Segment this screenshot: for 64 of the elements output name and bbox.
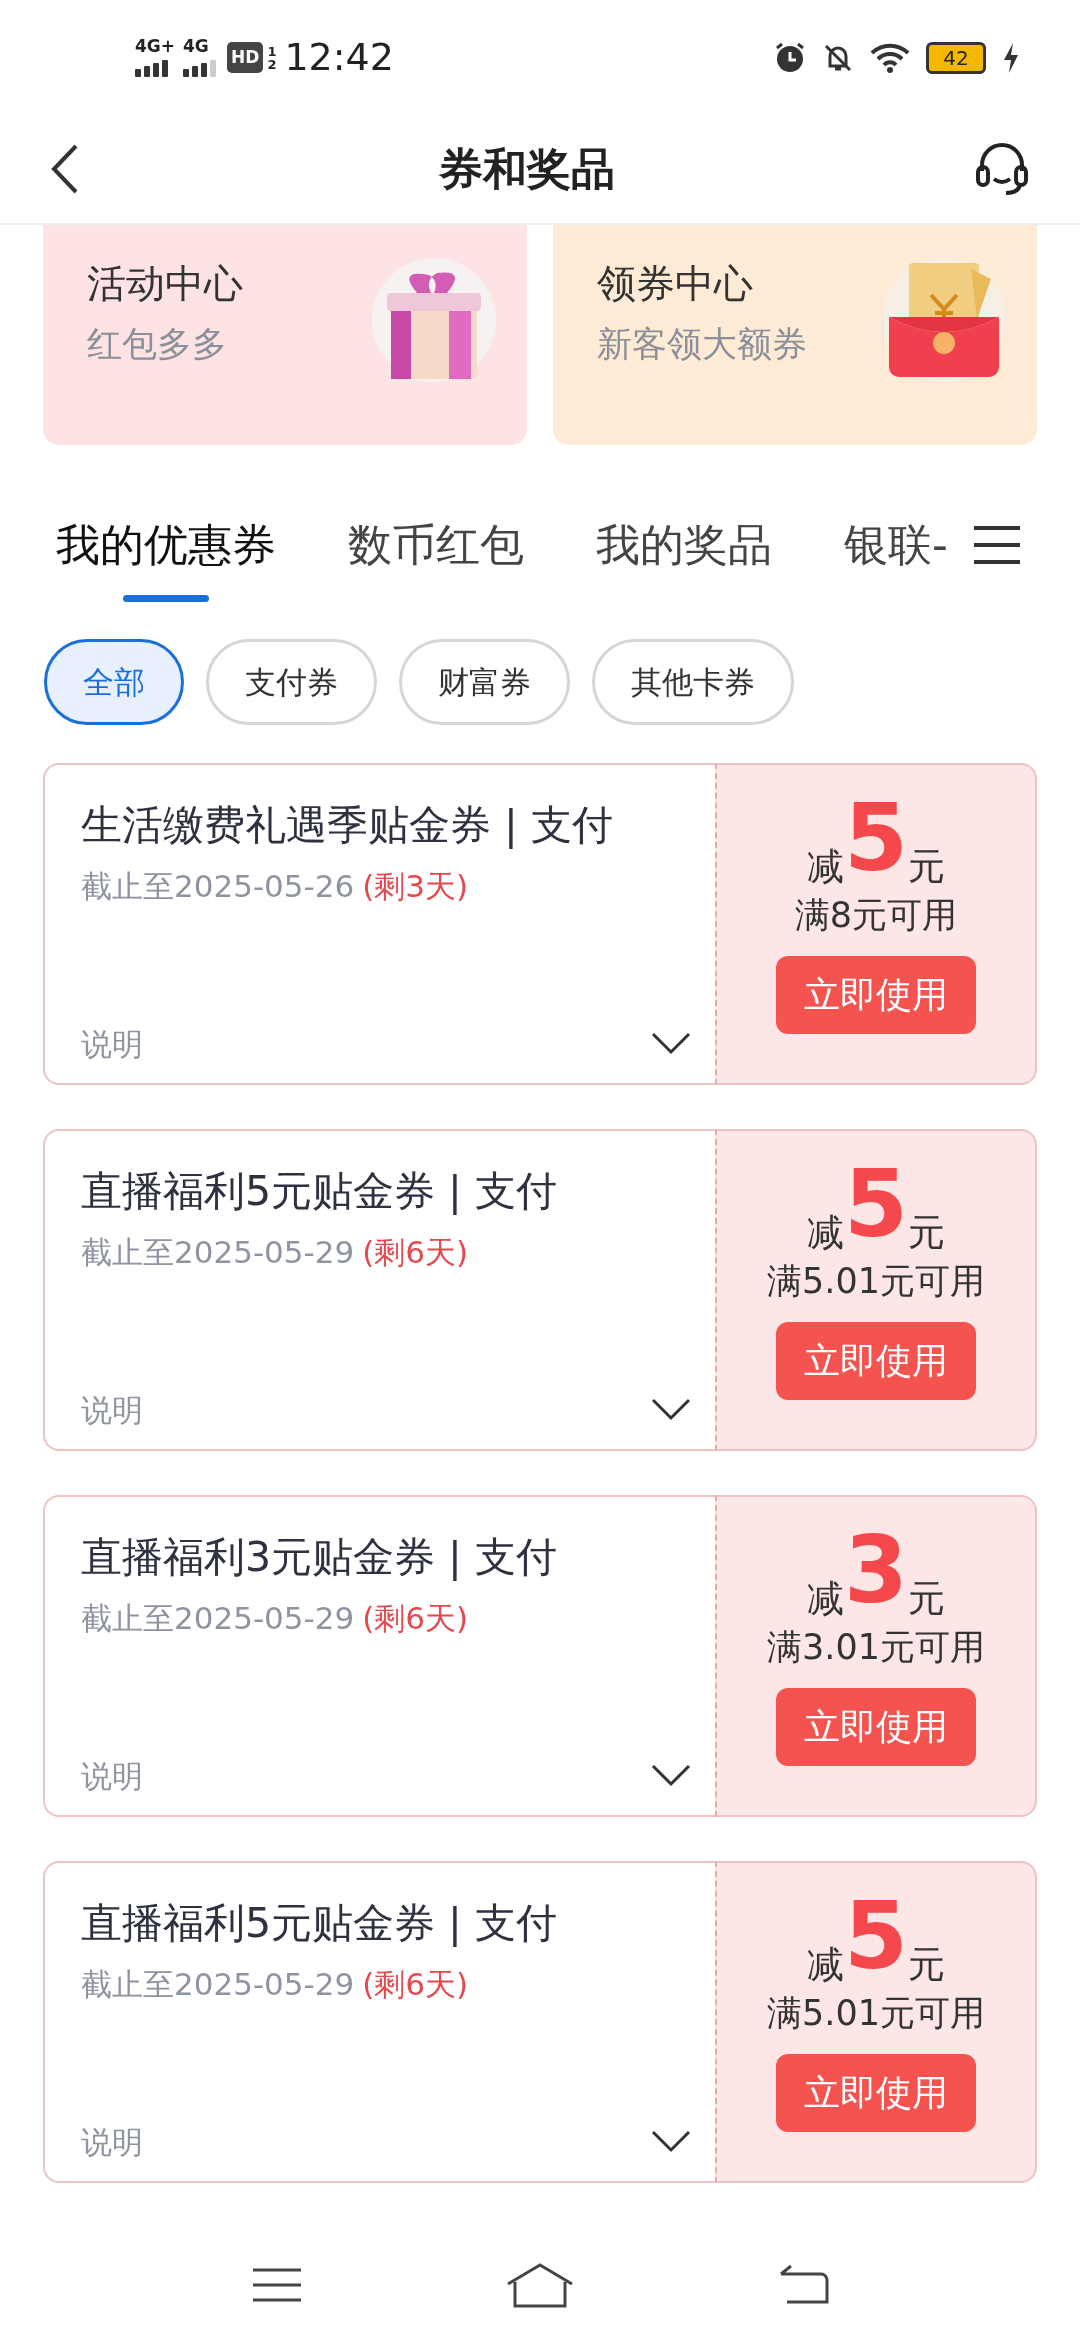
card-subtitle: 红包多多 xyxy=(87,322,228,366)
discount-prefix: 减 xyxy=(807,1946,844,1983)
discount-prefix: 减 xyxy=(807,1214,844,1251)
tab[interactable]: 银联- xyxy=(844,512,948,578)
envelope-icon xyxy=(879,255,1009,385)
filter-chip[interactable]: 全部 xyxy=(44,639,184,725)
min-spend: 满5.01元可用 xyxy=(767,1260,985,1303)
coupon-title: 直播福利3元贴金券 | 支付 xyxy=(81,1532,558,1583)
discount-prefix: 减 xyxy=(807,848,844,885)
days-remaining: (剩6天) xyxy=(362,1232,469,1272)
card-subtitle: 新客领大额券 xyxy=(597,322,807,366)
coupon-title: 直播福利5元贴金券 | 支付 xyxy=(81,1166,558,1217)
tab[interactable]: 我的奖品 xyxy=(596,512,772,578)
hd-badge: HD xyxy=(227,41,264,74)
status-time: 12:42 xyxy=(284,34,394,81)
card-title: 领券中心 xyxy=(597,260,754,308)
chevron-icon[interactable] xyxy=(651,1763,691,1788)
days-remaining: (剩3天) xyxy=(362,866,469,906)
discount-amount: 5 xyxy=(844,793,908,885)
back-icon[interactable] xyxy=(777,2264,829,2306)
back-icon[interactable] xyxy=(50,144,80,194)
charging-icon xyxy=(1002,41,1020,74)
wifi-icon xyxy=(870,42,910,73)
currency-unit: 元 xyxy=(908,1580,945,1617)
battery-icon: 42 xyxy=(926,41,986,74)
card-title: 活动中心 xyxy=(87,260,243,308)
min-spend: 满8元可用 xyxy=(794,894,958,937)
network-label: 4G+ xyxy=(135,38,176,55)
page-title: 券和奖品 xyxy=(439,142,615,196)
expiry-date: 截止至2025-05-26 xyxy=(81,866,355,906)
currency-unit: 元 xyxy=(908,1214,945,1251)
filter-chip[interactable]: 财富券 xyxy=(399,639,570,725)
entry-card[interactable]: 活动中心 红包多多 xyxy=(43,225,527,445)
chevron-icon[interactable] xyxy=(651,2129,691,2154)
chevron-icon[interactable] xyxy=(651,1031,691,1056)
sim-slot-label: 2 xyxy=(267,57,277,71)
min-spend: 满3.01元可用 xyxy=(767,1626,985,1669)
days-remaining: (剩6天) xyxy=(362,1598,469,1638)
min-spend: 满5.01元可用 xyxy=(767,1992,985,2035)
entry-card[interactable]: 领券中心 新客领大额券 xyxy=(553,225,1037,445)
tab[interactable]: 我的优惠券 xyxy=(56,512,276,578)
network-label: 4G xyxy=(183,38,209,55)
menu-icon[interactable] xyxy=(251,2267,303,2303)
currency-unit: 元 xyxy=(908,848,945,885)
filter-chip[interactable]: 支付券 xyxy=(206,639,377,725)
expiry-date: 截止至2025-05-29 xyxy=(81,1232,355,1272)
gift-icon xyxy=(369,255,499,385)
chevron-icon[interactable] xyxy=(651,1397,691,1422)
sim-slot-label: 1 xyxy=(267,44,277,58)
days-remaining: (剩6天) xyxy=(362,1964,469,2004)
expiry-date: 截止至2025-05-29 xyxy=(81,1598,355,1638)
discount-amount: 5 xyxy=(844,1159,908,1251)
discount-amount: 5 xyxy=(844,1891,908,1983)
expiry-date: 截止至2025-05-29 xyxy=(81,1964,355,2004)
customer-service-icon[interactable] xyxy=(974,141,1030,197)
tab[interactable]: 数币红包 xyxy=(348,512,524,578)
filter-chip[interactable]: 其他卡券 xyxy=(592,639,794,725)
currency-unit: 元 xyxy=(908,1946,945,1983)
home-icon[interactable] xyxy=(505,2262,575,2308)
discount-amount: 3 xyxy=(844,1525,908,1617)
discount-prefix: 减 xyxy=(807,1580,844,1617)
coupon-title: 生活缴费礼遇季贴金券 | 支付 xyxy=(81,800,614,851)
alarm-icon xyxy=(774,41,806,74)
coupon-title: 直播福利5元贴金券 | 支付 xyxy=(81,1898,558,1949)
